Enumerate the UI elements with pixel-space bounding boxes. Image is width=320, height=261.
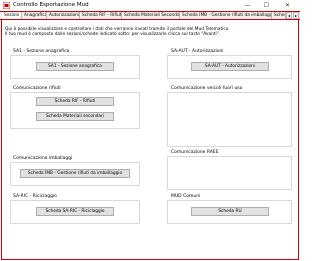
tab-autorizzazioni[interactable]: Autorizzazioni [47,12,80,19]
saaut-group: SA-AUT - Autorizzazioni [167,55,292,79]
tab-scheda-imb[interactable]: Scheda IMB - Gestione rifiuti da imballa… [180,12,272,19]
mudcomuni-group-label: MUD Comuni [171,194,201,199]
raee-group [167,156,292,190]
saric-group: Scheda SA-RIC - Riciclaggio [10,200,140,224]
rifiuti-group: Scheda RIF - Rifiuti Scheda Materiali se… [10,92,140,129]
sa1-group: SA1 - Sezione anagrafica [10,55,140,79]
window-title: Controllo Esportazione Mud [13,2,89,8]
intro-line-2: Il tuo mud è composto dalle sezioni/sche… [5,32,221,37]
tab-sezioni[interactable]: Sezioni [2,12,22,19]
minimize-button[interactable]: — [240,0,255,11]
tab-anagrafica[interactable]: Anagrafica [22,12,47,19]
veicoli-group-label: Comunicazione veicoli fuori uso [171,86,243,91]
scheda-materiali-secondari-button[interactable]: Scheda Materiali secondari [36,112,114,121]
veicoli-group [167,92,292,147]
tab-bar: Sezioni Anagrafica Autorizzazioni Scheda… [0,11,300,20]
imballaggi-group: Scheda IMB - Gestione rifiuti da imballa… [10,162,140,186]
close-button[interactable]: ✕ [280,0,295,11]
scheda-saric-button[interactable]: Scheda SA-RIC - Riciclaggio [36,207,114,216]
sa1-button[interactable]: SA1 - Sezione anagrafica [36,62,114,71]
saric-group-label: SA-RIC - Riciclaggio [13,194,57,199]
scheda-rif-button[interactable]: Scheda RIF - Rifiuti [36,97,114,106]
sa1-group-label: SA1 - Sezione anagrafica [13,49,70,54]
maximize-button[interactable]: ☐ [259,0,274,11]
tab-scheda-materiali-secondari[interactable]: Scheda Materiali Secondari [122,12,180,19]
tab-scroll-controls: ◂ ▸ [286,12,299,19]
rifiuti-group-label: Comunicazione rifiuti [13,86,61,91]
mudcomuni-group: Scheda RU [167,200,292,224]
imballaggi-group-label: Comunicazione imballaggi [13,156,73,161]
scheda-ru-button[interactable]: Scheda RU [191,207,269,216]
saaut-group-label: SA-AUT - Autorizzazioni [171,49,224,54]
raee-group-label: Comunicazione RAEE [171,150,219,155]
saaut-button[interactable]: SA-AUT - Autorizzazioni [191,62,269,71]
tab-scheda-truncated[interactable]: Schec [272,12,286,19]
scheda-imb-button[interactable]: Scheda IMB - Gestione rifiuti da imballa… [20,169,130,178]
tab-scheda-rif[interactable]: Scheda RIF - Rifiuti [80,12,122,19]
tab-scroll-left-icon[interactable]: ◂ [286,12,292,19]
tab-scroll-right-icon[interactable]: ▸ [293,12,299,19]
app-icon [3,2,10,9]
